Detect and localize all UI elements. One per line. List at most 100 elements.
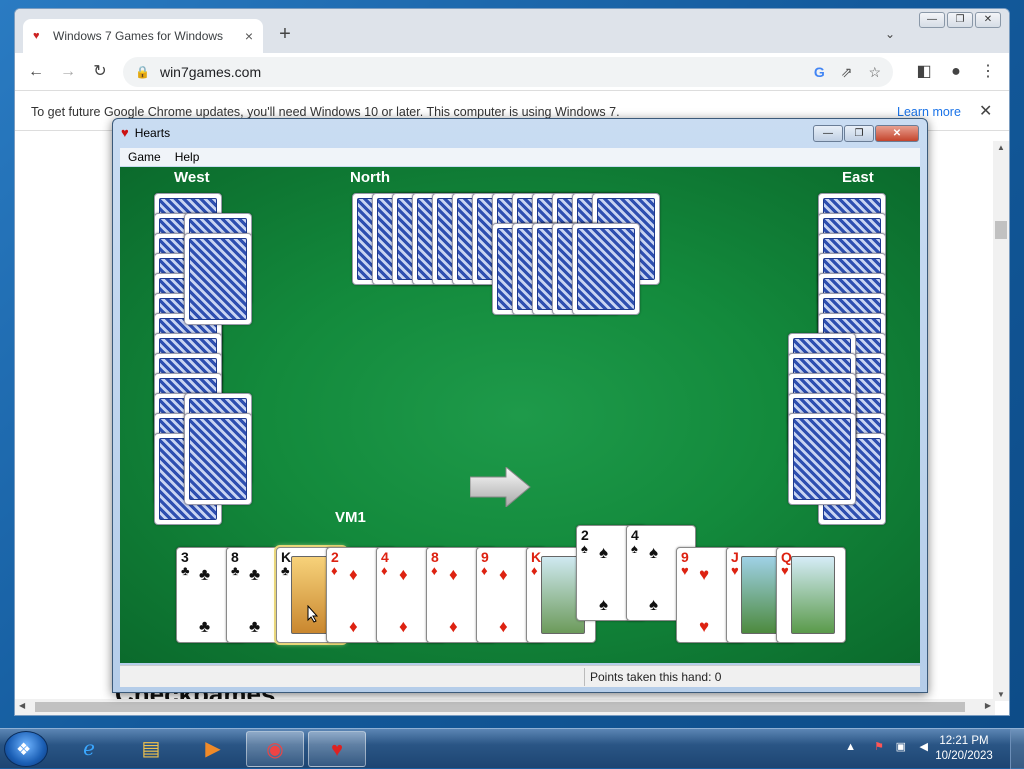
game-table: West North East VM1 3 ♣ ♣ ♣ 8 ♣ ♣ ♣ K ♣ 2 ♦ ♦ ♦ 4 ♦ ♦ ♦ 8 ♦… [120,167,920,663]
new-tab-button[interactable]: + [273,23,297,46]
close-button[interactable]: ✕ [975,12,1001,28]
minimize-button[interactable]: — [919,12,945,28]
browser-window-controls: — ❐ ✕ [919,12,1001,28]
address-bar[interactable]: 🔒 win7games.com G ⇗ ☆ [123,57,893,87]
hearts-window-controls: — ❐ ✕ [813,125,919,142]
taskbar: ❖ ℯ ▤ ▶ ◉ ♥ ▲ ⚑ ▣ ◀ 12:21 PM 10/20/2023 [0,728,1024,769]
volume-icon[interactable]: ◀ [920,740,928,753]
card-suit-icon: ♥ [781,563,789,578]
card-pip-icon: ♦ [399,565,408,584]
card-rank: 2 [331,549,339,565]
browser-toolbar: ← → ↻ 🔒 win7games.com G ⇗ ☆ ◧ ● ⋮ [15,53,1009,91]
file-explorer-icon[interactable]: ▤ [122,731,180,767]
close-tab-icon[interactable]: × [245,28,253,44]
reload-icon[interactable]: ↻ [89,61,111,83]
card-rank: 9 [681,549,689,565]
hearts-taskbar-icon[interactable]: ♥ [308,731,366,767]
card-pip-icon: ♥ [699,617,710,636]
clock-time: 12:21 PM [939,735,989,747]
browser-tab[interactable]: ♥ Windows 7 Games for Windows × [23,19,263,53]
face-card-art [791,556,835,634]
maximize-button[interactable]: ❐ [947,12,973,28]
card-pip-icon: ♦ [349,565,358,584]
show-desktop-button[interactable] [1010,729,1024,769]
player-name-north: North [350,169,390,186]
scroll-thumb[interactable] [995,221,1007,239]
mouse-cursor-icon [307,605,319,623]
card-rank: 8 [431,549,439,565]
scroll-up-icon[interactable]: ▲ [997,143,1005,152]
bookmark-star-icon[interactable]: ☆ [868,64,881,81]
scroll-left-icon[interactable]: ◀ [19,701,25,710]
hscroll-thumb[interactable] [35,702,965,712]
status-separator [584,668,585,686]
vertical-scrollbar[interactable]: ▲ ▼ [993,141,1009,701]
tab-strip: ♥ Windows 7 Games for Windows × + ⌄ — ❐ … [15,9,1009,53]
points-status: Points taken this hand: 0 [590,670,722,684]
pass-arrow-icon[interactable] [470,467,532,507]
menu-kebab-icon[interactable]: ⋮ [977,61,999,83]
scroll-down-icon[interactable]: ▼ [997,690,1005,699]
hearts-window: ♥ Hearts — ❐ ✕ Game Help West North East… [112,118,928,693]
card-rank: 4 [631,527,639,543]
card-suit-icon: ♦ [381,563,388,578]
horizontal-scrollbar[interactable]: ◀ ▶ [15,699,995,715]
card-suit-icon: ♣ [281,563,290,578]
hearts-statusbar: Points taken this hand: 0 [120,665,920,687]
menu-help[interactable]: Help [175,150,200,164]
card-pip-icon: ♠ [599,543,609,562]
card-rank: 3 [181,549,189,565]
hearts-titlebar: ♥ Hearts [121,125,170,140]
north-card-back [572,223,640,315]
card-rank: J [731,549,739,565]
card-rank: K [281,549,292,565]
hearts-maximize-button[interactable]: ❐ [844,125,874,142]
show-hidden-icons-icon[interactable]: ▲ [845,741,856,753]
google-translate-icon[interactable]: G [814,64,825,81]
scroll-right-icon[interactable]: ▶ [985,701,991,710]
hearts-minimize-button[interactable]: — [813,125,843,142]
chrome-taskbar-icon[interactable]: ◉ [246,731,304,767]
card-pip-icon: ♣ [249,565,261,584]
hearts-app-icon: ♥ [121,125,129,140]
west-card-back [184,233,252,325]
card-pip-icon: ♦ [449,565,458,584]
card-suit-icon: ♥ [681,563,689,578]
share-icon[interactable]: ⇗ [841,64,853,81]
card-suit-icon: ♠ [581,541,588,556]
card-rank: K [531,549,542,565]
card-suit-icon: ♦ [531,563,538,578]
menu-game[interactable]: Game [128,150,161,164]
url-text: win7games.com [159,64,262,80]
action-center-icon[interactable]: ⚑ [874,740,884,753]
lock-icon[interactable]: 🔒 [135,65,150,79]
card-pip-icon: ♦ [499,617,508,636]
player-name-west: West [174,169,210,186]
card-suit-icon: ♦ [481,563,488,578]
hearts-close-button[interactable]: ✕ [875,125,919,142]
clock-date: 10/20/2023 [935,750,993,762]
tab-search-icon[interactable]: ⌄ [885,27,895,41]
card-pip-icon: ♦ [449,617,458,636]
profile-avatar-icon[interactable]: ● [945,61,967,83]
side-panel-icon[interactable]: ◧ [913,61,935,83]
card-pip-icon: ♦ [399,617,408,636]
infobar-close-icon[interactable]: ✕ [979,101,992,121]
hand-card[interactable]: Q ♥ [776,547,846,643]
learn-more-link[interactable]: Learn more [897,105,961,119]
back-icon[interactable]: ← [25,61,47,83]
tab-title: Windows 7 Games for Windows [53,29,224,43]
card-suit-icon: ♣ [181,563,190,578]
card-pip-icon: ♦ [499,565,508,584]
card-pip-icon: ♠ [649,543,659,562]
internet-explorer-icon[interactable]: ℯ [60,731,118,767]
card-suit-icon: ♠ [631,541,638,556]
start-button[interactable]: ❖ [4,731,48,767]
media-player-icon[interactable]: ▶ [184,731,242,767]
east-card-back [788,413,856,505]
network-icon[interactable]: ▣ [896,740,906,753]
card-rank: 2 [581,527,589,543]
forward-icon[interactable]: → [57,61,79,83]
card-pip-icon: ♥ [699,565,710,584]
clock[interactable]: 12:21 PM 10/20/2023 [932,734,996,764]
